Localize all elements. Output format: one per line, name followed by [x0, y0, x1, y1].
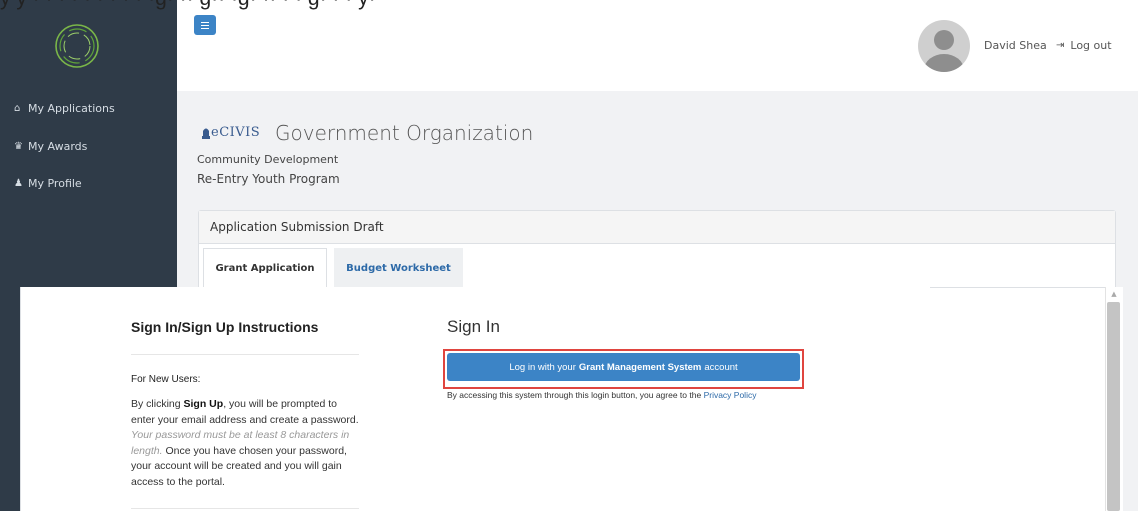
user-icon: ♟: [14, 177, 23, 189]
hamburger-icon: [201, 21, 209, 29]
tab-grant-application[interactable]: Grant Application: [203, 248, 327, 288]
divider: [131, 508, 359, 509]
program-name: Re-Entry Youth Program: [197, 172, 340, 186]
sidebar-item-my-awards[interactable]: ♛ My Awards: [14, 136, 87, 156]
logout-link[interactable]: ⇥ Log out: [1056, 39, 1112, 52]
scrollbar-thumb[interactable]: [1107, 302, 1120, 511]
instructions-title: Sign In/Sign Up Instructions: [131, 319, 319, 335]
department-name: Community Development: [197, 153, 339, 166]
cutoff-caption: y y · · · · · · · · · ·g· ·· g·· ·g· ·· …: [0, 0, 1138, 11]
privacy-notice: By accessing this system through this lo…: [447, 390, 787, 401]
trophy-icon: ♛: [14, 140, 23, 152]
text-span: Once you have chosen your password, your…: [131, 444, 347, 488]
sign-in-content: Sign In/Sign Up Instructions For New Use…: [20, 287, 930, 511]
login-grant-management-button[interactable]: Log in with your Grant Management System…: [447, 353, 800, 381]
sidebar-item-label: My Awards: [28, 139, 88, 153]
tab-budget-worksheet[interactable]: Budget Worksheet: [334, 248, 463, 288]
scroll-up-arrow-icon[interactable]: ▲: [1109, 290, 1119, 298]
avatar[interactable]: [918, 20, 970, 72]
text-bold: Sign Up: [183, 398, 224, 410]
user-name[interactable]: David Shea: [984, 39, 1047, 52]
button-text: account: [704, 361, 738, 373]
ecivis-ring-logo-icon[interactable]: [54, 23, 100, 69]
organization-name: Government Organization: [275, 121, 534, 145]
org-logo: eCIVIS: [201, 125, 260, 140]
divider: [131, 354, 359, 355]
instructions-paragraph: By clicking Sign Up, you will be prompte…: [131, 397, 363, 490]
capitol-icon: [202, 128, 210, 139]
logout-label: Log out: [1070, 39, 1112, 52]
sidebar-item-my-applications[interactable]: ⌂ My Applications: [14, 98, 115, 118]
privacy-policy-link[interactable]: Privacy Policy: [704, 390, 757, 400]
top-header: David Shea ⇥ Log out: [177, 0, 1138, 91]
sign-in-title: Sign In: [447, 317, 500, 336]
logout-icon: ⇥: [1056, 40, 1065, 51]
user-silhouette-icon: [924, 30, 964, 72]
notice-text: By accessing this system through this lo…: [447, 390, 704, 400]
home-icon: ⌂: [14, 102, 21, 114]
new-users-heading: For New Users:: [131, 374, 201, 385]
button-text: Log in with your: [509, 361, 576, 373]
sidebar-item-label: My Profile: [28, 176, 82, 190]
button-text-bold: Grant Management System: [578, 361, 702, 373]
panel-title: Application Submission Draft: [199, 211, 1115, 244]
sidebar-item-label: My Applications: [28, 101, 115, 115]
sidebar-item-my-profile[interactable]: ♟ My Profile: [14, 173, 82, 193]
brand-wordmark: eCIVIS: [211, 125, 261, 140]
menu-toggle-button[interactable]: [194, 15, 216, 35]
text-span: By clicking: [131, 398, 184, 410]
